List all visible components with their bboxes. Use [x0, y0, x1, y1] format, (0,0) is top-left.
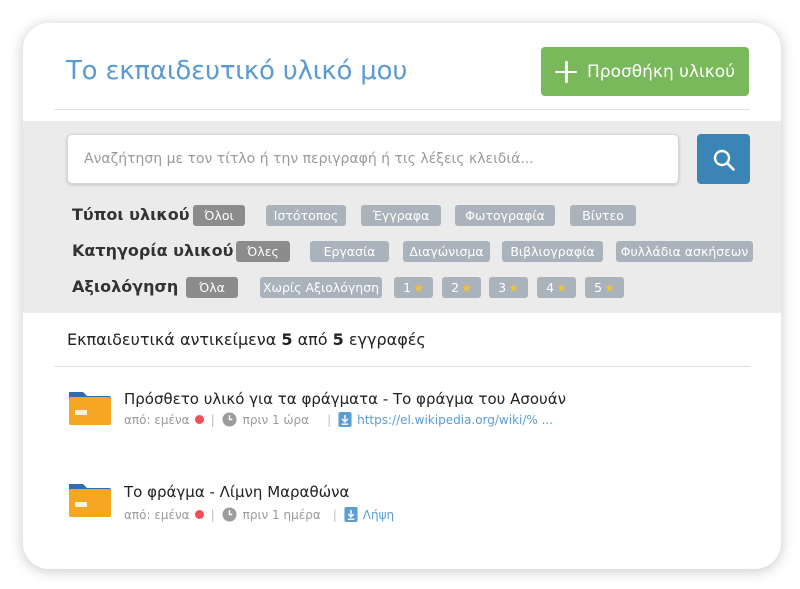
types-label: Τύποι υλικού	[72, 205, 190, 224]
star-icon: ★	[461, 280, 472, 295]
star-icon: ★	[508, 280, 519, 295]
item-author: από: εμένα	[124, 507, 190, 522]
item-time: πριν 1 ώρα	[242, 412, 310, 427]
item-title[interactable]: Πρόσθετο υλικό για τα φράγματα - Το φράγ…	[124, 390, 566, 408]
rating-1-label: 1	[403, 280, 412, 295]
type-chip-video[interactable]: Βίντεο	[570, 205, 636, 226]
page-title: Το εκπαιδευτικό υλικό μου	[66, 56, 408, 86]
rating-3-label: 3	[498, 280, 507, 295]
item-meta: από: εμένα | πριν 1 ημέρα | Λήψη	[124, 507, 394, 522]
star-icon: ★	[413, 280, 424, 295]
clock-icon	[222, 507, 237, 522]
search-icon	[713, 149, 735, 171]
search-button[interactable]	[697, 134, 750, 184]
category-chip-worksheets[interactable]: Φυλλάδια ασκήσεων	[616, 241, 753, 262]
meta-separator: |	[210, 507, 215, 522]
rating-2-label: 2	[451, 280, 460, 295]
meta-separator: |	[332, 507, 337, 522]
results-total: 5	[332, 330, 344, 349]
search-input[interactable]	[67, 134, 679, 184]
category-chip-assignment[interactable]: Εργασία	[310, 241, 389, 262]
type-chip-photo[interactable]: Φωτογραφία	[455, 205, 555, 226]
rating-chip-unrated[interactable]: Χωρίς Αξιολόγηση	[260, 277, 382, 298]
folder-icon	[69, 484, 111, 517]
item-link[interactable]: https://el.wikipedia.org/wiki/% ...	[357, 413, 553, 427]
folder-icon	[69, 392, 111, 425]
filter-panel: Τύποι υλικού Όλοι Ιστότοπος Έγγραφα Φωτο…	[23, 121, 781, 313]
item-download-link[interactable]: Λήψη	[363, 508, 394, 522]
clock-icon	[222, 412, 237, 427]
status-dot	[194, 415, 204, 424]
rating-chip-1[interactable]: 1 ★	[394, 277, 433, 298]
rating-chip-4[interactable]: 4 ★	[537, 277, 576, 298]
filter-row-categories-main: Κατηγορία υλικού	[72, 241, 233, 260]
meta-separator: |	[210, 412, 215, 427]
results-prefix: Εκπαιδευτικά αντικείμενα	[67, 330, 277, 349]
item-meta: από: εμένα | πριν 1 ώρα | https://el.wik…	[124, 412, 553, 427]
materials-card: Το εκπαιδευτικό υλικό μου Προσθήκη υλικο…	[23, 23, 781, 569]
item-time: πριν 1 ημέρα	[242, 507, 321, 522]
add-material-label: Προσθήκη υλικού	[587, 61, 736, 82]
list-divider	[54, 366, 750, 367]
item-author: από: εμένα	[124, 412, 190, 427]
rating-label: Αξιολόγηση	[72, 277, 179, 296]
filter-row-rating: Αξιολόγηση	[72, 277, 178, 296]
meta-separator: |	[327, 412, 332, 427]
download-icon	[338, 412, 352, 427]
header-divider	[54, 109, 750, 110]
filter-row-types: Τύποι υλικού	[72, 205, 190, 224]
rating-chip-all[interactable]: Όλα	[186, 277, 238, 298]
add-material-button[interactable]: Προσθήκη υλικού	[541, 47, 749, 96]
results-suffix: εγγραφές	[348, 330, 426, 349]
item-title[interactable]: Το φράγμα - Λίμνη Μαραθώνα	[124, 483, 349, 501]
categories-label: Κατηγορία υλικού	[72, 241, 234, 260]
rating-chip-2[interactable]: 2 ★	[442, 277, 481, 298]
star-icon: ★	[556, 280, 567, 295]
star-icon: ★	[604, 280, 615, 295]
category-chip-all[interactable]: Όλες	[236, 241, 290, 262]
results-middle: από	[297, 330, 328, 349]
results-shown: 5	[281, 330, 293, 349]
download-icon	[344, 507, 358, 522]
category-chip-bibliography[interactable]: Βιβλιογραφία	[502, 241, 603, 262]
status-dot	[194, 510, 204, 519]
rating-4-label: 4	[546, 280, 555, 295]
rating-5-label: 5	[594, 280, 603, 295]
rating-chip-3[interactable]: 3 ★	[489, 277, 528, 298]
category-chip-test[interactable]: Διαγώνισμα	[403, 241, 490, 262]
type-chip-website[interactable]: Ιστότοπος	[266, 205, 346, 226]
rating-chip-5[interactable]: 5 ★	[585, 277, 624, 298]
plus-icon	[555, 60, 577, 83]
type-chip-all[interactable]: Όλοι	[193, 205, 245, 226]
results-count: Εκπαιδευτικά αντικείμενα 5 από 5 εγγραφέ…	[67, 330, 426, 349]
type-chip-documents[interactable]: Έγγραφα	[361, 205, 441, 226]
